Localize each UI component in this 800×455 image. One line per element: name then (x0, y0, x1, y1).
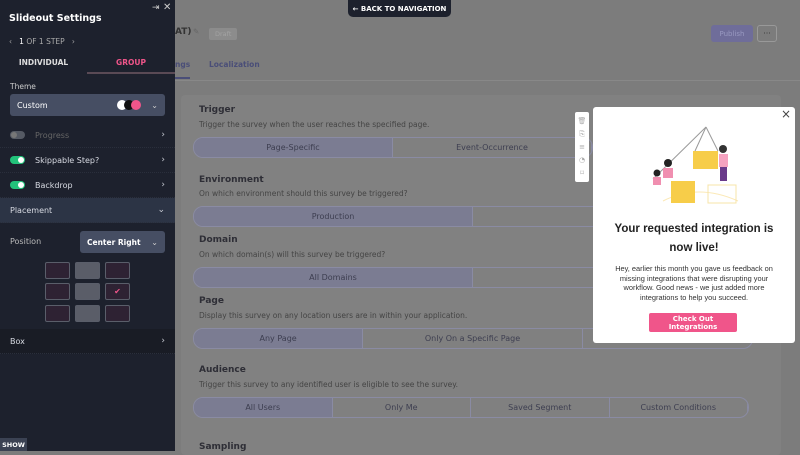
theme-label: Theme (10, 82, 36, 91)
chevron-down-icon: ⌄ (151, 237, 158, 247)
option-event-occurrence[interactable]: Event-Occurrence (393, 138, 592, 157)
box-label: Box (10, 336, 25, 346)
theme-value: Custom (17, 100, 48, 110)
option-all-domains[interactable]: All Domains (194, 268, 473, 287)
trash-icon[interactable]: 🗑 (575, 115, 589, 128)
show-button[interactable]: SHOW (0, 438, 27, 451)
chevron-down-icon: ⌄ (157, 205, 165, 215)
popup-body: Hey, earlier this month you gave us feed… (615, 264, 773, 302)
check-out-integrations-button[interactable]: Check Out Integrations (649, 313, 737, 332)
skippable-toggle[interactable] (10, 156, 25, 164)
edit-icon[interactable]: ✎ (193, 27, 199, 36)
close-icon[interactable]: × (781, 107, 791, 121)
position-bottom-right[interactable] (105, 305, 130, 322)
chevron-right-icon: › (161, 155, 165, 165)
chevron-down-icon: ⌄ (151, 100, 158, 110)
popup-title: Your requested integration is now live! (614, 223, 774, 254)
progress-toggle[interactable] (10, 131, 25, 139)
back-label: BACK TO NAVIGATION (360, 4, 447, 13)
survey-title: AT) (175, 27, 192, 37)
slideout-popup: × Your requested integration is now live… (593, 107, 795, 343)
backdrop-toggle[interactable] (10, 181, 25, 189)
trigger-desc: Trigger the survey when the user reaches… (199, 120, 430, 129)
copy-icon[interactable]: ⎘ (575, 128, 589, 141)
backdrop-row[interactable]: Backdrop › (0, 173, 175, 198)
check-icon: ✔ (114, 287, 121, 296)
option-saved-segment[interactable]: Saved Segment (471, 398, 610, 417)
option-page-specific[interactable]: Page-Specific (194, 138, 393, 157)
position-center[interactable] (75, 283, 100, 300)
back-to-navigation-button[interactable]: ← BACK TO NAVIGATION (348, 0, 451, 17)
pin-icon[interactable]: ⇥ (152, 3, 160, 13)
trigger-title: Trigger (199, 105, 236, 115)
position-select[interactable]: Center Right ⌄ (80, 231, 165, 253)
status-badge: Draft (209, 28, 238, 40)
audience-desc: Trigger this survey to any identified us… (199, 380, 459, 389)
tab-localization[interactable]: Localization (209, 60, 260, 69)
step-number: 1 (19, 37, 24, 46)
position-value: Center Right (87, 237, 141, 247)
environment-desc: On which environment should this survey … (199, 189, 408, 198)
placement-label: Placement (10, 205, 53, 215)
publish-button[interactable]: Publish (711, 25, 753, 42)
domain-title: Domain (199, 235, 238, 245)
chevron-right-icon: › (161, 336, 165, 346)
duplicate-icon[interactable]: ◔ (575, 154, 589, 167)
arrow-left-icon: ← (352, 4, 361, 13)
page-desc: Display this survey on any location user… (199, 311, 468, 320)
position-center-left[interactable] (45, 283, 70, 300)
progress-row[interactable]: Progress › (0, 123, 175, 148)
chevron-right-icon: › (161, 130, 165, 140)
backdrop-label: Backdrop (35, 180, 73, 190)
theme-swatches (117, 100, 142, 110)
audience-options: All Users Only Me Saved Segment Custom Cond… (193, 397, 749, 418)
tab-individual[interactable]: INDIVIDUAL (0, 58, 87, 67)
position-label: Position (10, 237, 42, 246)
more-options-button[interactable]: ··· (757, 25, 777, 42)
trigger-options: Page-Specific Event-Occurrence (193, 137, 593, 158)
option-only-me[interactable]: Only Me (333, 398, 471, 417)
prev-step-icon[interactable]: ‹ (9, 37, 12, 46)
panel-title: Slideout Settings (9, 13, 102, 24)
option-production[interactable]: Production (194, 207, 473, 226)
position-center-right[interactable]: ✔ (105, 283, 130, 300)
page-title: Page (199, 296, 224, 306)
close-icon[interactable]: ✕ (163, 2, 171, 13)
option-any-page[interactable]: Any Page (194, 329, 364, 348)
progress-label: Progress (35, 130, 70, 140)
theme-select[interactable]: Custom ⌄ (10, 94, 165, 116)
domain-desc: On which domain(s) will this survey be t… (199, 250, 386, 259)
block-toolbar: 🗑 ⎘ ≡ ◔ ⌑ (575, 112, 589, 182)
next-step-icon[interactable]: › (72, 37, 75, 46)
position-bottom-center[interactable] (75, 305, 100, 322)
divider (175, 80, 800, 81)
chevron-right-icon: › (161, 180, 165, 190)
option-all-users[interactable]: All Users (194, 398, 333, 417)
skippable-label: Skippable Step? (35, 155, 100, 165)
option-specific-page[interactable]: Only On a Specific Page (363, 329, 583, 348)
position-bottom-left[interactable] (45, 305, 70, 322)
bookmark-icon[interactable]: ⌑ (575, 167, 589, 180)
box-row[interactable]: Box › (0, 329, 175, 354)
placement-row[interactable]: Placement ⌄ (0, 198, 175, 223)
position-top-center[interactable] (75, 262, 100, 279)
settings-icon[interactable]: ≡ (575, 141, 589, 154)
position-top-left[interactable] (45, 262, 70, 279)
integration-illustration (652, 126, 739, 204)
tab-underline (87, 72, 175, 74)
environment-title: Environment (199, 175, 264, 185)
position-top-right[interactable] (105, 262, 130, 279)
step-of: OF 1 STEP (26, 37, 65, 46)
option-custom-conditions[interactable]: Custom Conditions (610, 398, 748, 417)
tab-group[interactable]: GROUP (87, 58, 175, 67)
skippable-row[interactable]: Skippable Step? › (0, 148, 175, 173)
audience-title: Audience (199, 365, 246, 375)
tab-settings[interactable]: ngs (175, 60, 190, 69)
slideout-settings-panel: ⇥ ✕ Slideout Settings ‹ 1 OF 1 STEP › IN… (0, 0, 175, 451)
tab-active-underline (175, 77, 190, 79)
